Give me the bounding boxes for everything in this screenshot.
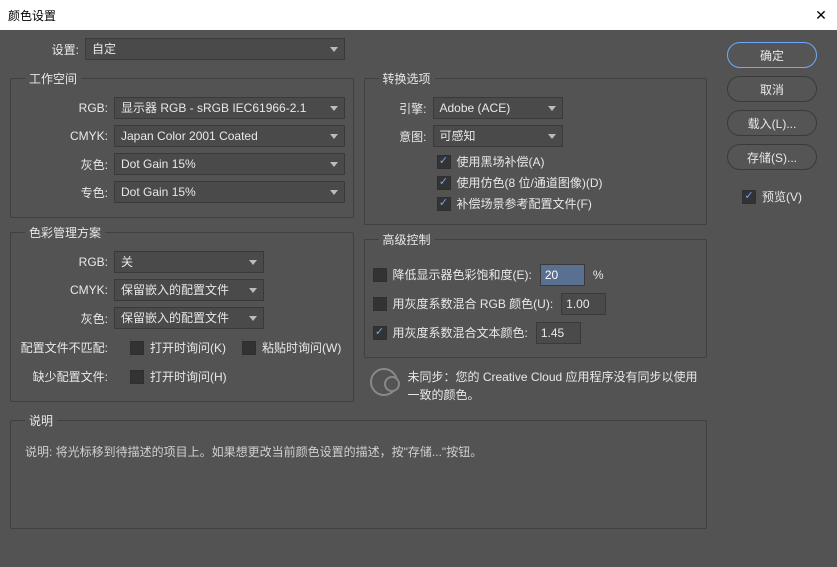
checkbox-icon (437, 155, 451, 169)
conv-blackpoint-checkbox[interactable]: 使用黑场补偿(A) (437, 153, 699, 170)
save-button[interactable]: 存储(S)... (727, 144, 817, 170)
pol-cmyk-label: CMYK: (19, 283, 114, 297)
pol-gray-select[interactable]: 保留嵌入的配置文件 (114, 307, 264, 329)
checkbox-icon (373, 326, 387, 340)
percent-sign: % (593, 268, 611, 282)
checkbox-icon (130, 370, 144, 384)
pol-mismatch-paste-checkbox[interactable]: 粘贴时询问(W) (242, 339, 341, 356)
checkbox-icon (437, 197, 451, 211)
ws-spot-label: 专色: (19, 184, 114, 201)
pol-missing-label: 缺少配置文件: (19, 368, 114, 385)
advanced-group: 高级控制 降低显示器色彩饱和度(E): % 用灰度系数混合 RGB 颜色(U): (364, 231, 708, 358)
conv-compensate-checkbox[interactable]: 补偿场景参考配置文件(F) (437, 195, 699, 212)
ws-cmyk-label: CMYK: (19, 129, 114, 143)
settings-select[interactable]: 自定 (85, 38, 345, 60)
conv-intent-select[interactable]: 可感知 (433, 125, 563, 147)
adv-desaturate-text: 降低显示器色彩饱和度(E): (393, 266, 532, 283)
ws-gray-label: 灰色: (19, 156, 114, 173)
preview-label: 预览(V) (762, 188, 802, 205)
pol-missing-open-text: 打开时询问(H) (150, 368, 227, 385)
sync-status-text: 未同步：您的 Creative Cloud 应用程序没有同步以使用一致的颜色。 (408, 368, 708, 404)
conversion-group: 转换选项 引擎: Adobe (ACE) 意图: 可感知 使用黑场补偿(A) (364, 70, 708, 225)
ok-button[interactable]: 确定 (727, 42, 817, 68)
description-group: 说明 说明: 将光标移到待描述的项目上。如果想更改当前颜色设置的描述，按"存储.… (10, 412, 707, 529)
policy-group: 色彩管理方案 RGB: 关 CMYK: 保留嵌入的配置文件 灰色: 保留嵌入的配… (10, 224, 354, 402)
preview-checkbox[interactable]: 预览(V) (742, 188, 802, 205)
ws-spot-select[interactable]: Dot Gain 15% (114, 181, 345, 203)
checkbox-icon (437, 176, 451, 190)
checkbox-icon (373, 297, 387, 311)
adv-blend-text-text: 用灰度系数混合文本颜色: (393, 324, 528, 341)
conv-engine-label: 引擎: (373, 100, 433, 117)
checkbox-icon (742, 190, 756, 204)
adv-blend-rgb-input[interactable] (561, 293, 606, 315)
adv-desaturate-checkbox[interactable]: 降低显示器色彩饱和度(E): (373, 266, 532, 283)
pol-mismatch-paste-text: 粘贴时询问(W) (262, 339, 341, 356)
policy-legend: 色彩管理方案 (25, 224, 105, 241)
checkbox-icon (373, 268, 387, 282)
pol-rgb-label: RGB: (19, 255, 114, 269)
ws-cmyk-select[interactable]: Japan Color 2001 Coated (114, 125, 345, 147)
ws-rgb-label: RGB: (19, 101, 114, 115)
pol-gray-label: 灰色: (19, 310, 114, 327)
load-button[interactable]: 载入(L)... (727, 110, 817, 136)
adv-blend-text-checkbox[interactable]: 用灰度系数混合文本颜色: (373, 324, 528, 341)
workspace-group: 工作空间 RGB: 显示器 RGB - sRGB IEC61966-2.1 CM… (10, 70, 354, 218)
conv-engine-select[interactable]: Adobe (ACE) (433, 97, 563, 119)
pol-missing-open-checkbox[interactable]: 打开时询问(H) (130, 368, 227, 385)
window-title: 颜色设置 (8, 7, 56, 24)
pol-mismatch-open-checkbox[interactable]: 打开时询问(K) (130, 339, 226, 356)
adv-desaturate-input[interactable] (540, 264, 585, 286)
conv-compensate-text: 补偿场景参考配置文件(F) (457, 195, 592, 212)
advanced-legend: 高级控制 (379, 231, 435, 248)
settings-label: 设置: (10, 41, 85, 58)
cancel-button[interactable]: 取消 (727, 76, 817, 102)
description-text: 说明: 将光标移到待描述的项目上。如果想更改当前颜色设置的描述，按"存储..."… (19, 439, 698, 520)
checkbox-icon (242, 341, 256, 355)
sync-status-icon (370, 368, 398, 396)
adv-blend-text-input[interactable] (536, 322, 581, 344)
ws-rgb-select[interactable]: 显示器 RGB - sRGB IEC61966-2.1 (114, 97, 345, 119)
pol-cmyk-select[interactable]: 保留嵌入的配置文件 (114, 279, 264, 301)
close-icon[interactable]: ✕ (813, 7, 829, 23)
pol-mismatch-open-text: 打开时询问(K) (150, 339, 226, 356)
conversion-legend: 转换选项 (379, 70, 435, 87)
adv-blend-rgb-text: 用灰度系数混合 RGB 颜色(U): (393, 295, 554, 312)
pol-mismatch-label: 配置文件不匹配: (19, 339, 114, 356)
description-legend: 说明 (25, 412, 57, 429)
checkbox-icon (130, 341, 144, 355)
workspace-legend: 工作空间 (25, 70, 81, 87)
conv-blackpoint-text: 使用黑场补偿(A) (457, 153, 545, 170)
ws-gray-select[interactable]: Dot Gain 15% (114, 153, 345, 175)
conv-intent-label: 意图: (373, 128, 433, 145)
titlebar: 颜色设置 ✕ (0, 0, 837, 30)
conv-dither-checkbox[interactable]: 使用仿色(8 位/通道图像)(D) (437, 174, 699, 191)
conv-dither-text: 使用仿色(8 位/通道图像)(D) (457, 174, 603, 191)
adv-blend-rgb-checkbox[interactable]: 用灰度系数混合 RGB 颜色(U): (373, 295, 554, 312)
pol-rgb-select[interactable]: 关 (114, 251, 264, 273)
